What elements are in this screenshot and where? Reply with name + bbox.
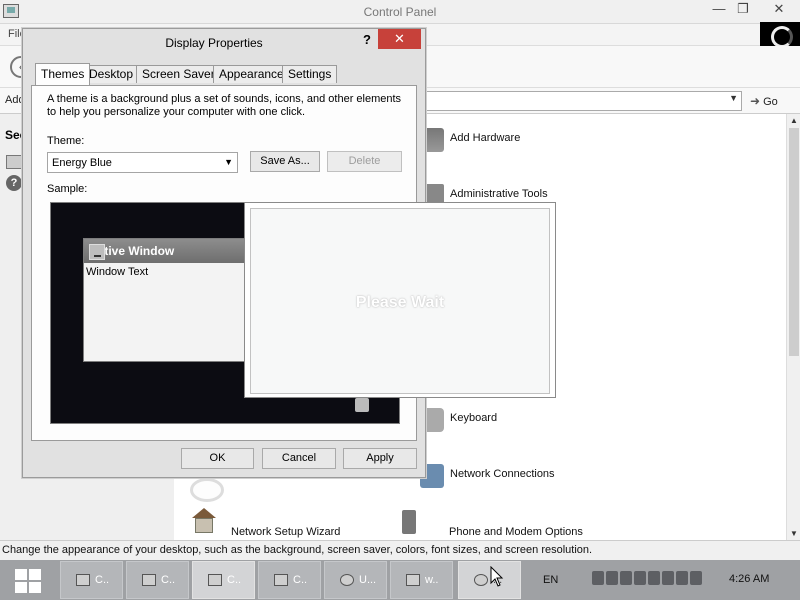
theme-description: A theme is a background plus a set of so… [47, 93, 402, 118]
tab-settings[interactable]: Settings [282, 65, 338, 83]
taskbar-button-label: w.. [425, 574, 439, 586]
maximize-icon[interactable]: ❐ [728, 0, 758, 22]
phone-icon [402, 510, 416, 534]
taskbar-button[interactable]: C.. [60, 561, 123, 599]
tab-appearance[interactable]: Appearance [213, 65, 290, 83]
display-icon [474, 574, 488, 586]
scroll-down-icon[interactable]: ▼ [790, 529, 798, 538]
vertical-scrollbar[interactable]: ▲ ▼ [786, 114, 800, 540]
tray-gear-icon[interactable] [662, 571, 674, 585]
clock[interactable]: 4:26 AM [729, 573, 769, 585]
theme-select-value: Energy Blue [52, 157, 112, 169]
tray-volume-icon[interactable] [690, 571, 702, 585]
taskbar-button-label: C.. [227, 574, 242, 586]
windows-logo-icon [15, 582, 27, 593]
delete-button[interactable]: Delete [327, 151, 402, 172]
system-tray [592, 571, 718, 587]
cp-item-network-setup-wizard[interactable]: Network Setup Wizard [190, 508, 390, 538]
cp-item-phone-modem[interactable]: Phone and Modem Options [396, 510, 616, 538]
tab-screen-saver[interactable]: Screen Saver [136, 65, 221, 83]
scroll-up-icon[interactable]: ▲ [790, 116, 798, 125]
cp-item-label: Network Setup Wizard [231, 526, 341, 538]
taskbar-button-label: C.. [293, 574, 308, 586]
tray-shield-icon[interactable] [676, 571, 688, 585]
cp-item-label: Phone and Modem Options [449, 526, 583, 538]
taskbar-button[interactable]: w.. [390, 561, 453, 599]
tab-themes[interactable]: Themes [35, 63, 91, 85]
cp-item-label: Network Connections [450, 468, 555, 480]
recycle-bin-icon [355, 398, 369, 412]
taskbar-button[interactable]: C.. [258, 561, 321, 599]
taskbar-button-label: C.. [95, 574, 110, 586]
theme-label: Theme: [47, 135, 85, 147]
status-bar: Change the appearance of your desktop, s… [0, 540, 800, 560]
language-indicator[interactable]: EN [543, 574, 558, 586]
tray-globe-icon[interactable] [634, 571, 646, 585]
apply-button[interactable]: Apply [343, 448, 417, 469]
cp-item-label: Keyboard [450, 412, 498, 424]
dialog-titlebar[interactable]: Display Properties ? ✕ [23, 29, 425, 56]
tray-network-icon[interactable] [620, 571, 632, 585]
tray-display-icon[interactable] [606, 571, 618, 585]
disc-icon [340, 574, 354, 586]
windows-logo-icon [29, 582, 41, 593]
cancel-button[interactable]: Cancel [262, 448, 336, 469]
windows-logo-icon [15, 569, 27, 580]
sample-window-text: Window Text [86, 266, 149, 278]
stack-icon [406, 574, 420, 586]
ok-button[interactable]: OK [181, 448, 254, 469]
tray-settings-icon[interactable] [648, 571, 660, 585]
taskbar-button-label: C.. [161, 574, 176, 586]
taskbar: C.. C.. C.. C.. U... w.. ... EN 4:26 AM [0, 560, 800, 600]
please-wait-dialog: Please Wait [244, 202, 556, 398]
taskbar-button-label: U... [359, 574, 377, 586]
control-panel-icon [274, 574, 288, 586]
folder-icon [76, 574, 90, 586]
help-icon[interactable]: ? [6, 175, 22, 191]
control-panel-icon [208, 574, 222, 586]
go-button[interactable]: ➜ Go [750, 94, 778, 108]
dialog-close-button[interactable]: ✕ [378, 29, 421, 49]
go-label: Go [763, 96, 778, 108]
cp-item-label: Administrative Tools [450, 188, 548, 200]
close-icon[interactable]: ✕ [764, 0, 794, 22]
tray-app-icon[interactable] [592, 571, 604, 585]
sample-active-window: Active Window Window Text [83, 238, 258, 362]
sample-minimize-icon [89, 244, 105, 260]
theme-select[interactable]: Energy Blue ▼ [47, 152, 238, 173]
folder-icon [142, 574, 156, 586]
loading-throbber-icon [760, 22, 800, 48]
please-wait-text: Please Wait [355, 294, 445, 311]
sample-window-titlebar: Active Window [84, 239, 257, 263]
windows-update-icon[interactable] [6, 155, 22, 169]
tab-desktop[interactable]: Desktop [83, 65, 140, 83]
dialog-title: Display Properties [165, 36, 263, 50]
start-button[interactable] [6, 566, 52, 596]
taskbar-button[interactable]: C.. [192, 561, 255, 599]
cp-item-label: Add Hardware [450, 132, 521, 144]
control-panel-title: Control Panel [363, 5, 437, 19]
control-panel-titlebar: Control Panel — ❐ ✕ [0, 0, 800, 24]
taskbar-button[interactable]: U... [324, 561, 387, 599]
windows-logo-icon [29, 569, 41, 580]
save-as-button[interactable]: Save As... [250, 151, 320, 172]
taskbar-button[interactable]: C.. [126, 561, 189, 599]
status-text: Change the appearance of your desktop, s… [2, 544, 593, 556]
scroll-thumb[interactable] [789, 128, 799, 356]
house-icon [190, 508, 216, 533]
please-wait-panel: Please Wait [250, 208, 550, 394]
chevron-down-icon[interactable]: ▼ [729, 93, 738, 103]
go-arrow-icon: ➜ [750, 94, 761, 108]
sample-label: Sample: [47, 183, 88, 195]
help-button[interactable]: ? [357, 31, 377, 49]
chevron-down-icon[interactable]: ▼ [224, 157, 233, 167]
disc-icon[interactable] [190, 478, 224, 502]
